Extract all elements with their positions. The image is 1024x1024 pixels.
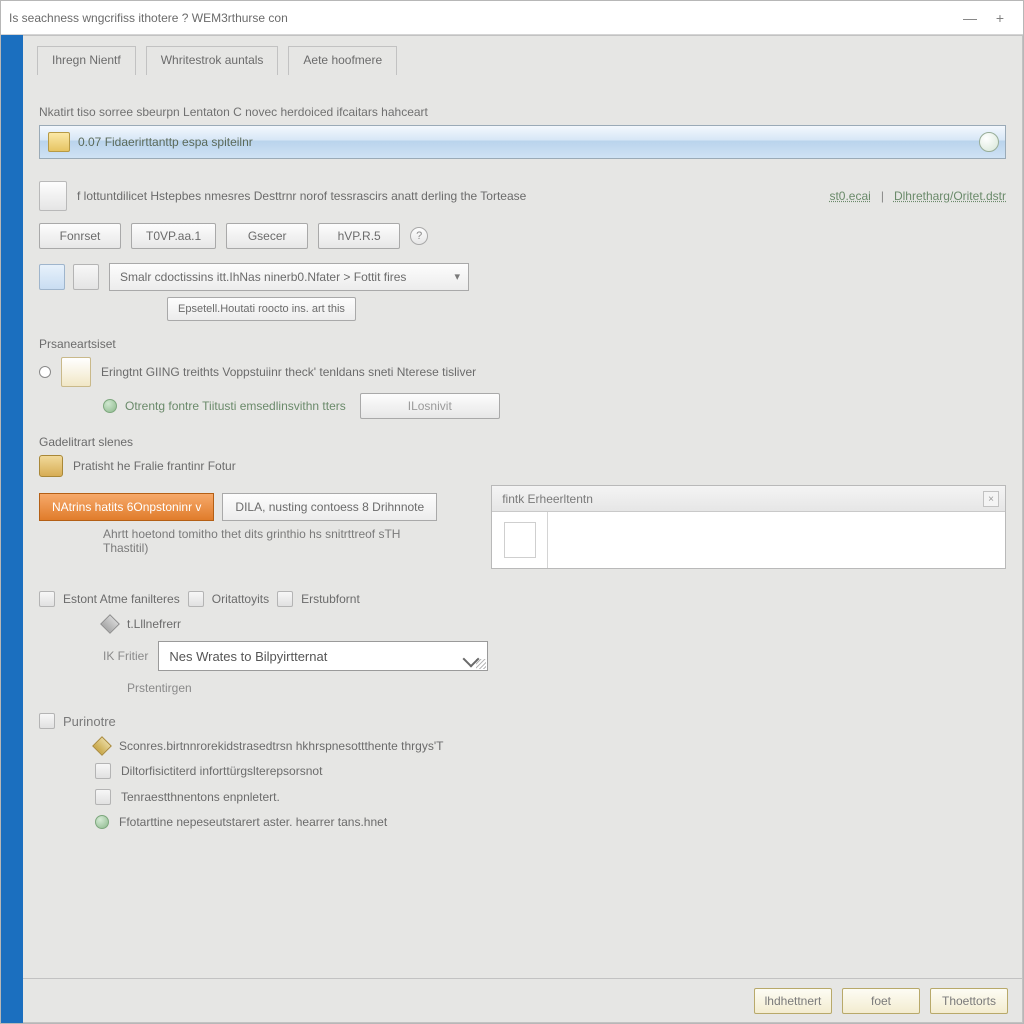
kat-prefix: IK Fritier <box>103 649 148 663</box>
go-icon[interactable] <box>979 132 999 152</box>
footer-btn-2[interactable]: foet <box>842 988 920 1014</box>
kat-dropdown-value: Nes Wrates to Bilpyirtternat <box>169 649 327 664</box>
source-secondary[interactable]: Epsetell.Houtati roocto ins. art this <box>167 297 356 321</box>
link-icon-a <box>39 591 55 607</box>
accent-sidebar <box>1 35 23 1023</box>
folder-small-icon <box>39 455 63 477</box>
app-window: Is seachness wngcrifiss ithotere ? WEM3r… <box>0 0 1024 1024</box>
link-icon-c <box>277 591 293 607</box>
minimize-button[interactable]: — <box>955 7 985 29</box>
sub-icon-3 <box>95 815 109 829</box>
section-parameters-title: Prsaneartsiset <box>39 337 1006 351</box>
preview-panel-title: fintk Erheerltentn <box>502 492 593 506</box>
panel-close-icon[interactable]: × <box>983 491 999 507</box>
preview-panel: fintk Erheerltentn × <box>491 485 1006 569</box>
action-button-1[interactable]: Fonrset <box>39 223 121 249</box>
preview-thumb <box>492 512 548 568</box>
info-link-1[interactable]: st0.ecai <box>829 189 870 203</box>
param-line: Eringtnt GIING treithts Voppstuiinr thec… <box>101 365 476 379</box>
tab-tertiary[interactable]: Aete hoofmere <box>288 46 397 75</box>
window-title: Is seachness wngcrifiss ithotere ? WEM3r… <box>9 11 288 25</box>
notes-icon <box>61 357 91 387</box>
path-value: 0.07 Fidaerirttanttp espa spiteilnr <box>78 135 253 149</box>
folder-icon <box>48 132 70 152</box>
path-bar[interactable]: 0.07 Fidaerirttanttp espa spiteilnr <box>39 125 1006 159</box>
titlebar: Is seachness wngcrifiss ithotere ? WEM3r… <box>1 1 1023 35</box>
category-title: Purinotre <box>63 714 116 729</box>
footer-btn-3[interactable]: Thoettorts <box>930 988 1008 1014</box>
kat-l1: t.Lllnefrerr <box>127 617 181 631</box>
view-icon-a[interactable] <box>39 264 65 290</box>
linkrow-b[interactable]: Oritattoyits <box>212 592 269 606</box>
category-icon <box>39 713 55 729</box>
section-gradients-title: Gadelitrart slenes <box>39 435 1006 449</box>
footer: lhdhettnert foet Thoettorts <box>23 978 1022 1022</box>
endcat-s3: Ffotarttine nepeseutstarert aster. hearr… <box>119 815 387 829</box>
grad-line: Pratisht he Fralie frantinr Fotur <box>73 459 236 473</box>
diamond-icon <box>100 614 120 634</box>
view-icon-b[interactable] <box>73 264 99 290</box>
endcat-line: Sconres.birtnnrorekidstrasedtrsn hkhrspn… <box>119 739 443 753</box>
tab-primary[interactable]: Ihregn Nientf <box>37 46 136 75</box>
help-icon[interactable]: ? <box>410 227 428 245</box>
action-button-3[interactable]: Gsecer <box>226 223 308 249</box>
endcat-s1: Diltorfisictiterd inforttürgslterepsorsn… <box>121 764 322 778</box>
endcat-s2: Tenraestthnentons enpnletert. <box>121 790 280 804</box>
globe-icon <box>103 399 117 413</box>
action-button-2[interactable]: T0VP.aa.1 <box>131 223 216 249</box>
toggle-b[interactable]: DILA, nusting contoess 8 Drihnnote <box>222 493 437 521</box>
sub-icon-2 <box>95 789 111 805</box>
tab-secondary[interactable]: Whritestrok auntals <box>146 46 279 75</box>
linkrow-c[interactable]: Erstubfornt <box>301 592 360 606</box>
source-combo[interactable]: Smalr cdoctissins itt.IhNas ninerb0.Nfat… <box>109 263 469 291</box>
radio-parameters[interactable] <box>39 366 51 378</box>
sub-icon-1 <box>95 763 111 779</box>
info-link-2[interactable]: Dlhretharg/Oritet.dstr <box>894 189 1006 203</box>
link-icon-b <box>188 591 204 607</box>
param-button[interactable]: ILosnivit <box>360 393 500 419</box>
kat-l2: Prstentirgen <box>127 681 192 695</box>
preview-panel-header: fintk Erheerltentn × <box>492 486 1005 512</box>
linkrow-a[interactable]: Estont Atme fanilteres <box>63 592 180 606</box>
kat-dropdown[interactable]: Nes Wrates to Bilpyirtternat <box>158 641 488 671</box>
param-link[interactable]: Otrentg fontre Tiitusti emsedlinsvithn t… <box>125 399 346 413</box>
resize-grip-icon[interactable] <box>476 659 486 669</box>
footer-btn-1[interactable]: lhdhettnert <box>754 988 832 1014</box>
info-text: f lottuntdilicet Hstepbes nmesres Desttr… <box>77 189 819 203</box>
action-button-4[interactable]: hVP.R.5 <box>318 223 400 249</box>
path-label: Nkatirt tiso sorree sbeurpn Lentaton C n… <box>39 105 1006 119</box>
maximize-button[interactable]: + <box>985 7 1015 29</box>
toggle-a[interactable]: NAtrins hatits 6Onpstoninr v <box>39 493 214 521</box>
book-icon <box>39 181 67 211</box>
tab-strip: Ihregn Nientf Whritestrok auntals Aete h… <box>23 36 1022 75</box>
warn-icon <box>92 736 112 756</box>
grad-desc: Ahrtt hoetond tomitho thet dits grinthio… <box>103 527 423 555</box>
